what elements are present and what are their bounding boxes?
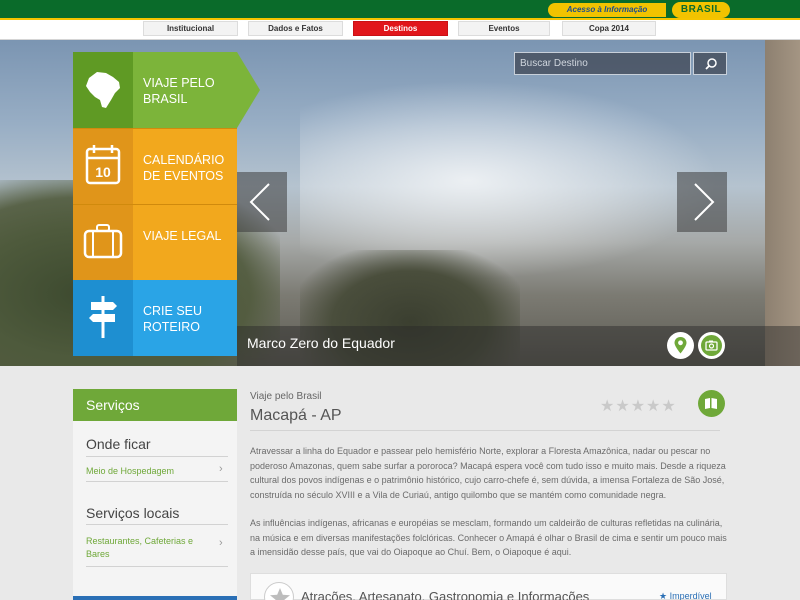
section-title-onde-ficar: Onde ficar [86,436,151,452]
nav-item-destinos[interactable]: Destinos [353,21,448,36]
access-information-link[interactable]: Acesso à Informação [548,3,666,17]
divider [86,481,228,482]
star-icon [264,582,294,600]
photo-gallery-button[interactable] [698,332,725,359]
tile-viaje-pelo-brasil[interactable]: VIAJE PELO BRASIL [73,52,237,128]
map-location-button[interactable] [667,332,694,359]
camera-icon [701,335,722,356]
search-destination-input[interactable] [514,52,691,75]
guide-book-button[interactable] [698,390,725,417]
chevron-right-icon: › [219,537,223,549]
tile-label: VIAJE LEGAL [143,229,222,243]
nav-item-institucional[interactable]: Institucional [143,21,238,36]
sidebar-bottom-bar [73,596,237,600]
divider [86,524,228,525]
brasil-portal-link[interactable]: BRASIL [672,2,730,18]
description-paragraph: Atravessar a linha do Equador e passear … [250,446,726,500]
tile-label: CRIE SEU ROTEIRO [143,304,203,334]
chevron-left-icon [249,183,270,221]
book-map-icon [705,398,717,409]
title-divider [250,430,720,431]
calendar-icon: 10 [73,129,133,205]
brazil-map-icon [73,52,133,128]
search-icon [705,58,717,70]
tile-calendario-de-eventos[interactable]: 10 CALENDÁRIO DE EVENTOS [73,128,237,205]
previous-slide-button[interactable] [237,172,287,232]
tile-label: VIAJE PELO BRASIL [143,76,215,106]
calendar-day: 10 [95,164,111,180]
description-paragraph: As influências indígenas, africanas e eu… [250,518,727,557]
next-slide-button[interactable] [677,172,727,232]
nav-item-eventos[interactable]: Eventos [458,21,550,36]
main-navigation: Institucional Dados e Fatos Destinos Eve… [0,20,800,40]
divider [86,566,228,567]
attractions-card[interactable]: Atrações, Artesanato, Gastronomia e Info… [250,573,727,600]
services-sidebar: Serviços Onde ficar Meio de Hospedagem ›… [73,389,237,600]
divider [86,456,228,457]
page-title: Macapá - AP [250,407,342,424]
suitcase-icon [73,205,133,281]
link-restaurantes[interactable]: Restaurantes, Cafeterias e Bares [86,535,206,561]
section-title-servicos-locais: Serviços locais [86,505,180,521]
tile-viaje-legal[interactable]: VIAJE LEGAL [73,204,237,281]
government-bar: Acesso à Informação BRASIL [0,0,800,20]
hero-caption: Marco Zero do Equador [247,335,395,351]
chevron-right-icon: › [219,463,223,475]
card-title: Atrações, Artesanato, Gastronomia e Info… [301,589,590,600]
link-meio-de-hospedagem[interactable]: Meio de Hospedagem [86,465,216,478]
tile-crie-seu-roteiro[interactable]: CRIE SEU ROTEIRO [73,280,237,356]
chevron-right-icon [694,183,715,221]
tile-arrow [237,52,260,128]
services-header: Serviços [73,389,237,421]
search-button[interactable] [693,52,727,75]
map-pin-icon [674,337,687,354]
rating-stars[interactable]: ★★★★★ [600,396,677,416]
nav-item-copa-2014[interactable]: Copa 2014 [562,21,656,36]
signpost-icon [73,280,133,356]
nav-item-dados-e-fatos[interactable]: Dados e Fatos [248,21,343,36]
breadcrumb[interactable]: Viaje pelo Brasil [250,391,322,402]
tile-label: CALENDÁRIO DE EVENTOS [143,153,225,183]
imperdivel-badge: ★ Imperdível [659,591,712,600]
hero-monument [765,40,800,366]
